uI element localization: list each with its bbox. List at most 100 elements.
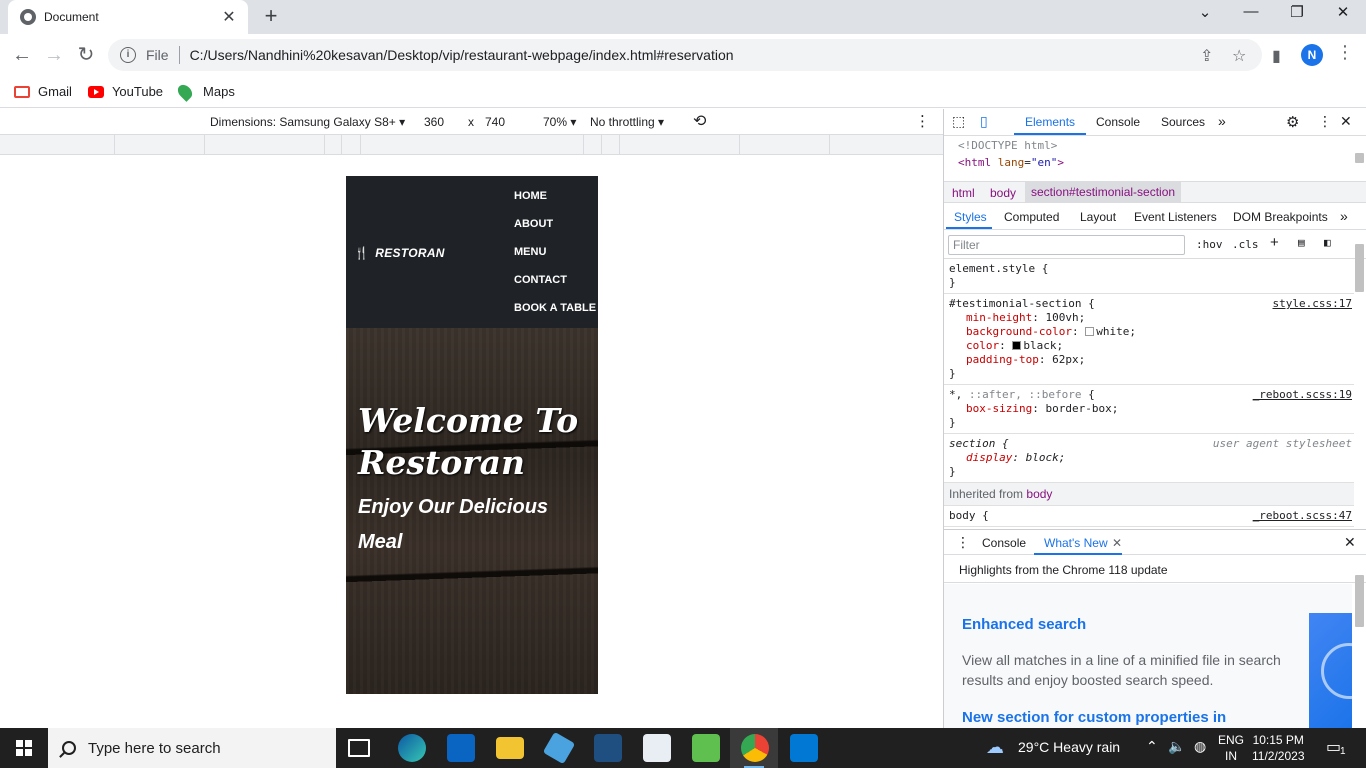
drawer-tab-whats-new[interactable]: What's New (1044, 536, 1108, 550)
rule-element-style[interactable]: element.style { } (944, 259, 1354, 294)
weather-icon[interactable]: ☁ (986, 737, 1004, 758)
close-drawer-icon[interactable]: ✕ (1344, 534, 1356, 551)
device-toolbar-menu-icon[interactable]: ⋮ (915, 112, 930, 130)
more-subtabs-icon[interactable]: » (1340, 208, 1348, 224)
close-whats-new-icon[interactable]: ✕ (1112, 536, 1122, 550)
throttling-dropdown[interactable]: No throttling ▾ (590, 115, 664, 129)
drawer-menu-icon[interactable]: ⋮ (956, 534, 970, 551)
site-brand[interactable]: 🍴 RESTORAN (354, 246, 445, 260)
share-icon[interactable]: ⇪ (1200, 46, 1213, 66)
bookmark-youtube[interactable]: YouTube (87, 84, 163, 99)
minimize-button[interactable]: — (1236, 3, 1266, 20)
device-height-input[interactable]: 740 (485, 115, 505, 129)
edge-icon[interactable] (398, 734, 426, 762)
whats-new-item-title[interactable]: Enhanced search (962, 616, 1086, 633)
close-tab-icon[interactable]: ✕ (220, 7, 238, 27)
side-panel-icon[interactable]: ▮ (1272, 46, 1281, 66)
bookmark-star-icon[interactable]: ☆ (1232, 46, 1246, 66)
tab-console[interactable]: Console (1096, 115, 1140, 129)
nav-about-link[interactable]: ABOUT (514, 216, 596, 244)
new-tab-button[interactable]: + (258, 3, 284, 29)
network-icon[interactable]: ◍ (1194, 738, 1206, 755)
styles-scrollbar[interactable] (1355, 244, 1364, 292)
url-text[interactable]: C:/Users/Nandhini%20kesavan/Desktop/vip/… (190, 47, 734, 63)
drawer-tab-console[interactable]: Console (982, 536, 1026, 550)
close-devtools-icon[interactable]: ✕ (1340, 113, 1352, 130)
dom-scrollbar[interactable] (1355, 153, 1364, 163)
rule-testimonial-section[interactable]: #testimonial-section { style.css:17 min-… (944, 294, 1354, 385)
source-link[interactable]: _reboot.scss:47 (1253, 509, 1352, 522)
nav-menu-link[interactable]: MENU (514, 244, 596, 272)
language-indicator[interactable]: ENG IN (1218, 732, 1244, 764)
address-bar[interactable]: i File C:/Users/Nandhini%20kesavan/Deskt… (108, 39, 1262, 71)
source-link[interactable]: style.css:17 (1273, 297, 1352, 310)
rule-section-ua[interactable]: section { user agent stylesheet display:… (944, 434, 1354, 483)
app-docs-icon[interactable] (643, 734, 671, 762)
chrome-icon[interactable] (741, 734, 769, 762)
bookmark-maps[interactable]: Maps (175, 81, 235, 102)
subtab-computed[interactable]: Computed (1004, 210, 1059, 224)
bookmark-gmail[interactable]: Gmail (14, 84, 72, 99)
breadcrumb-body[interactable]: body (990, 186, 1016, 200)
weather-text[interactable]: 29°C Heavy rain (1018, 739, 1120, 755)
devtools-menu-icon[interactable]: ⋮ (1318, 113, 1332, 130)
zoom-dropdown[interactable]: 70% ▾ (543, 115, 576, 129)
black-swatch[interactable] (1012, 341, 1022, 350)
subtab-dom-breakpoints[interactable]: DOM Breakpoints (1233, 210, 1328, 224)
chrome-menu-icon[interactable]: ⋮ (1336, 42, 1354, 63)
app-green-icon[interactable] (692, 734, 720, 762)
dom-html-node[interactable]: <html lang="en"> (958, 154, 1366, 171)
subtab-styles[interactable]: Styles (954, 210, 987, 224)
nav-home-link[interactable]: HOME (514, 188, 596, 216)
new-rule-plus-icon[interactable]: + (1270, 234, 1279, 251)
styles-filter-input[interactable]: Filter (948, 235, 1185, 255)
vscode-icon[interactable] (790, 734, 818, 762)
browser-tab[interactable]: Document ✕ (8, 0, 248, 34)
reload-icon[interactable]: ↻ (74, 43, 98, 67)
restore-button[interactable]: ❐ (1282, 3, 1312, 21)
inspect-element-icon[interactable]: ⬚ (952, 113, 965, 130)
breadcrumb-section[interactable]: section#testimonial-section (1025, 182, 1182, 203)
task-view-icon[interactable] (348, 739, 370, 757)
hov-toggle[interactable]: :hov (1196, 238, 1223, 251)
breadcrumb-html[interactable]: html (952, 186, 975, 200)
forward-arrow-icon[interactable]: → (42, 43, 66, 67)
site-info-icon[interactable]: i (120, 47, 136, 63)
rule-body[interactable]: body { _reboot.scss:47 (944, 506, 1354, 527)
white-swatch[interactable] (1085, 327, 1095, 336)
nav-contact-link[interactable]: CONTACT (514, 272, 596, 300)
windows-start-icon[interactable] (16, 740, 32, 756)
tab-elements[interactable]: Elements (1025, 115, 1075, 129)
subtab-event-listeners[interactable]: Event Listeners (1134, 210, 1217, 224)
cls-toggle[interactable]: .cls (1232, 238, 1259, 251)
taskbar-search[interactable]: Type here to search (48, 728, 336, 768)
toggle-sidebar-icon[interactable]: ◧ (1324, 236, 1331, 249)
back-arrow-icon[interactable]: ← (10, 43, 34, 67)
whats-new-item-title[interactable]: New section for custom properties in (962, 709, 1226, 726)
app-dark-icon[interactable] (594, 734, 622, 762)
rule-universal[interactable]: *, ::after, ::before { _reboot.scss:19 b… (944, 385, 1354, 434)
more-tabs-icon[interactable]: » (1218, 113, 1226, 129)
tab-search-chevron-icon[interactable]: ⌄ (1190, 3, 1220, 21)
settings-gear-icon[interactable]: ⚙ (1286, 113, 1299, 131)
tab-sources[interactable]: Sources (1161, 115, 1205, 129)
source-link[interactable]: _reboot.scss:19 (1253, 388, 1352, 401)
device-width-input[interactable]: 360 (424, 115, 444, 129)
dom-doctype[interactable]: <!DOCTYPE html> (958, 137, 1366, 154)
notification-center-icon[interactable]: ▭ (1326, 737, 1341, 757)
device-toggle-icon[interactable]: ▯ (980, 113, 988, 130)
paint-brush-icon[interactable]: ▤ (1298, 236, 1305, 249)
nav-book-table-link[interactable]: BOOK A TABLE (514, 300, 596, 328)
device-dimensions-dropdown[interactable]: Dimensions: Samsung Galaxy S8+ ▾ (210, 115, 405, 129)
mail-icon[interactable] (447, 734, 475, 762)
app-cube-icon[interactable] (542, 731, 576, 765)
speaker-icon[interactable]: 🔈 (1168, 738, 1185, 755)
show-hidden-icons-chevron-icon[interactable]: ⌃ (1146, 738, 1158, 755)
drawer-scrollbar[interactable] (1355, 575, 1364, 627)
profile-avatar[interactable]: N (1301, 44, 1323, 66)
subtab-layout[interactable]: Layout (1080, 210, 1116, 224)
file-explorer-icon[interactable] (496, 737, 524, 759)
close-window-button[interactable]: ✕ (1328, 3, 1358, 21)
clock[interactable]: 10:15 PM 11/2/2023 (1252, 732, 1305, 764)
rotate-icon[interactable]: ⟲ (693, 111, 706, 131)
